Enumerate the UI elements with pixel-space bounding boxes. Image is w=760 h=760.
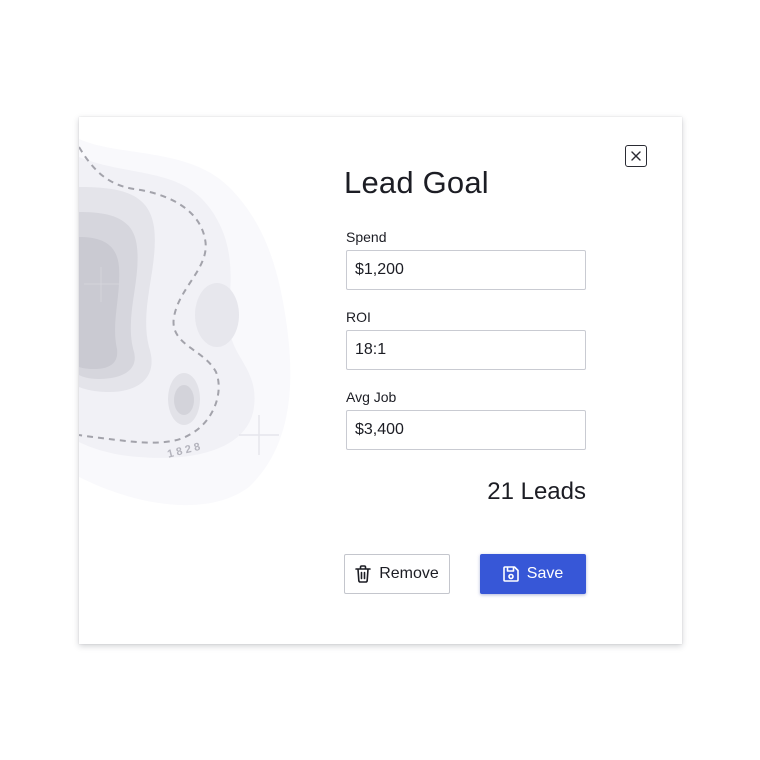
roi-label: ROI [346, 309, 371, 325]
avg-job-input[interactable] [346, 410, 586, 450]
leads-unit: Leads [520, 478, 586, 505]
topographic-map-illustration: 1828 [79, 139, 291, 506]
floppy-disk-icon [502, 566, 519, 582]
avg-job-label: Avg Job [346, 389, 397, 405]
leads-result: 21 Leads [346, 478, 586, 506]
spend-label: Spend [346, 229, 387, 245]
save-button[interactable]: Save [480, 554, 586, 594]
roi-input[interactable] [346, 330, 586, 370]
dialog-title: Lead Goal [344, 165, 489, 200]
close-button[interactable] [625, 145, 647, 167]
close-icon [631, 151, 641, 161]
leads-count: 21 [487, 478, 514, 505]
trash-icon [355, 565, 372, 583]
spend-input[interactable] [346, 250, 586, 290]
save-button-label: Save [526, 565, 564, 582]
remove-button[interactable]: Remove [344, 554, 450, 594]
remove-button-label: Remove [379, 565, 439, 582]
lead-goal-dialog: 1828 Lead Goal Spend ROI Avg Job 21 Lead… [79, 117, 682, 644]
